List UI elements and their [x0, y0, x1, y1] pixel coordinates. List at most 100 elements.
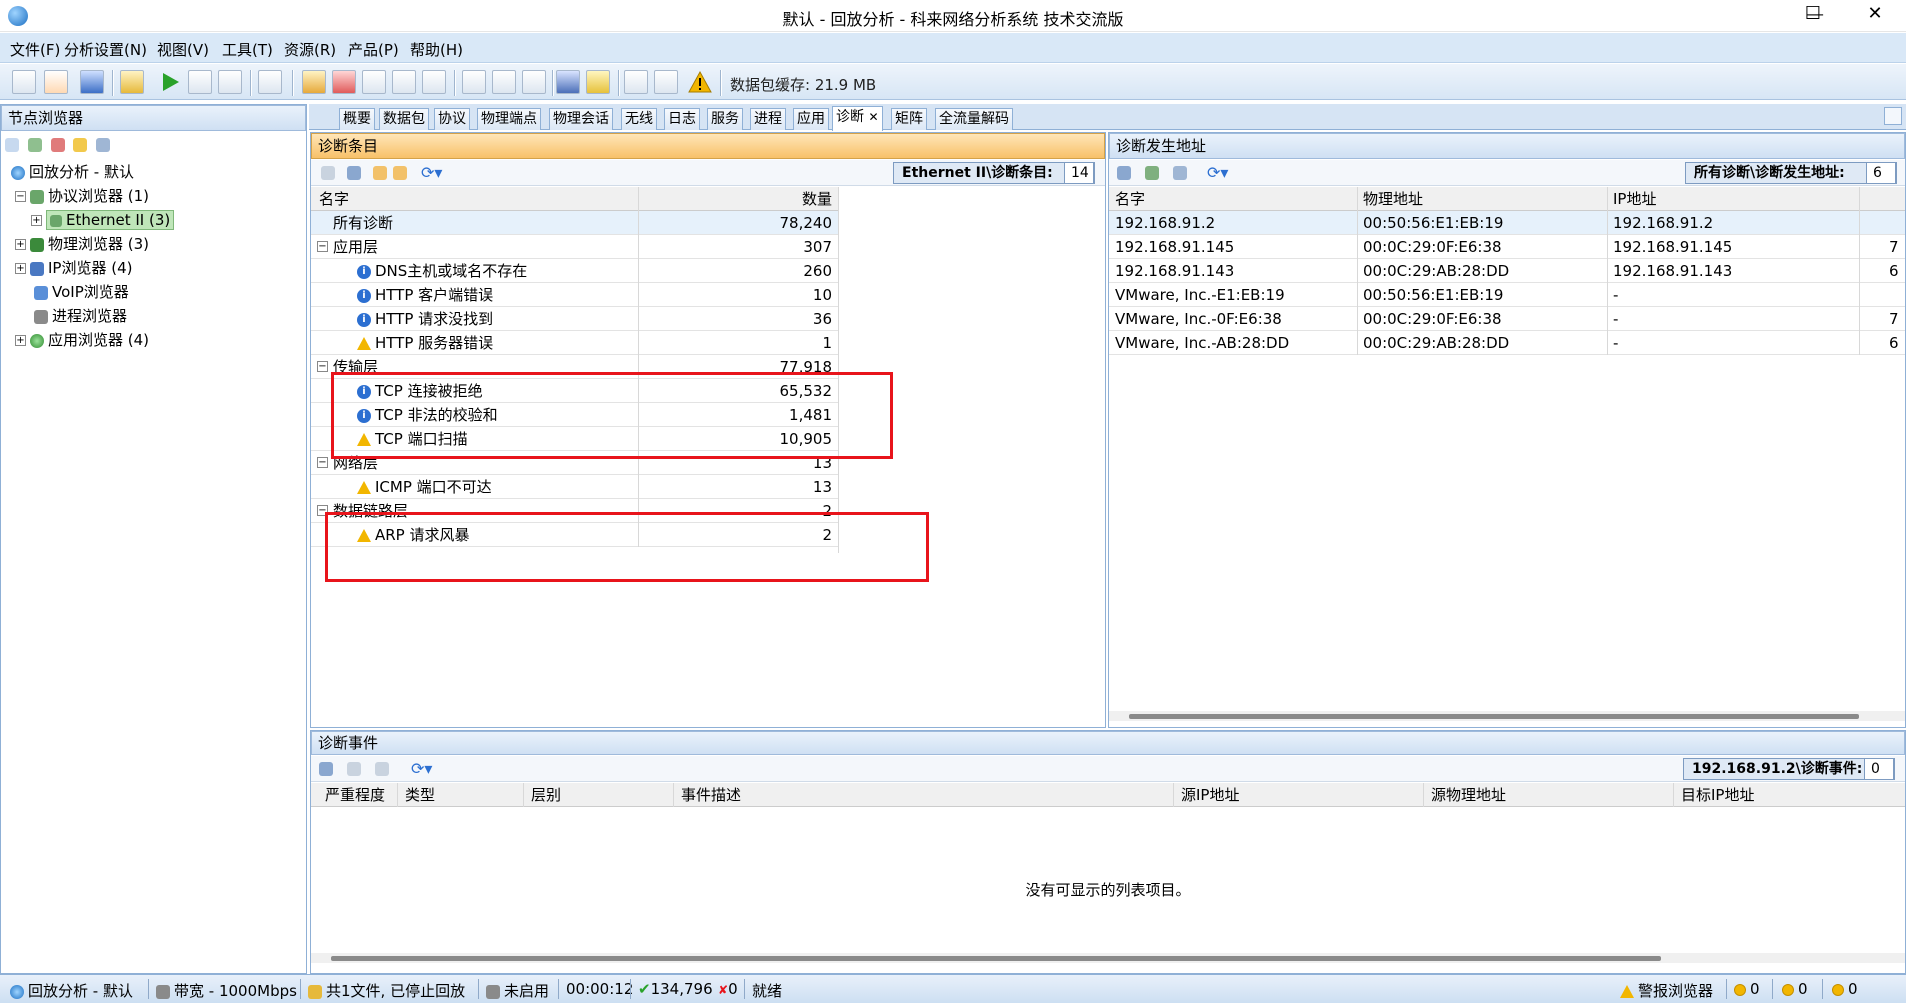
address-row[interactable]: VMware, Inc.-E1:EB:19 00:50:56:E1:EB:19 - [1109, 283, 1905, 307]
address-row[interactable]: 192.168.91.143 00:0C:29:AB:28:DD 192.168.9… [1109, 259, 1905, 283]
address-row[interactable]: 192.168.91.145 00:0C:29:0F:E6:38 192.168.9… [1109, 235, 1905, 259]
tool-icon-1[interactable] [302, 70, 326, 94]
tree-item-app[interactable]: + 应用浏览器 (4) [15, 329, 149, 351]
diag-item-row[interactable]: i HTTP 客户端错误 10 [311, 283, 838, 307]
filter-icon[interactable] [27, 137, 42, 152]
tab-process[interactable]: 进程 [750, 108, 786, 130]
tool-icon-3[interactable] [362, 70, 386, 94]
close-tab-icon[interactable]: ✕ [868, 110, 878, 124]
stop-icon[interactable] [218, 70, 242, 94]
col-name-header[interactable]: 名字 [1115, 187, 1145, 211]
tab-service[interactable]: 服务 [707, 108, 743, 130]
menu-product[interactable]: 产品(P) [348, 39, 399, 60]
scrollbar-thumb[interactable] [1129, 714, 1859, 719]
tree-item-ip[interactable]: + IP浏览器 (4) [15, 257, 133, 279]
tree-item-protocol[interactable]: − 协议浏览器 (1) [15, 185, 149, 207]
tool-icon-5[interactable] [422, 70, 446, 94]
tree-item-physical[interactable]: + 物理浏览器 (3) [15, 233, 149, 255]
open-folder-icon[interactable] [120, 70, 144, 94]
save-icon[interactable] [80, 70, 104, 94]
menu-view[interactable]: 视图(V) [157, 39, 209, 60]
refresh-icon[interactable]: ⟳▾ [411, 759, 432, 778]
refresh-icon[interactable]: ⟳▾ [1207, 163, 1228, 182]
expander-icon[interactable]: + [15, 263, 26, 274]
tab-full-decode[interactable]: 全流量解码 [935, 108, 1013, 130]
save-icon[interactable] [347, 166, 361, 180]
panel-menu-icon[interactable] [1884, 107, 1902, 125]
tree-item-process[interactable]: 进程浏览器 [34, 305, 127, 327]
save-icon[interactable] [319, 762, 333, 776]
columns-icon[interactable] [375, 762, 389, 776]
expander-icon[interactable]: − [317, 457, 328, 468]
diag-item-row[interactable]: 所有诊断 78,240 [311, 211, 838, 235]
config-icon[interactable] [96, 137, 111, 152]
diag-item-row[interactable]: i DNS主机或域名不存在 260 [311, 259, 838, 283]
columns-icon[interactable] [1173, 166, 1187, 180]
expander-icon[interactable]: − [15, 191, 26, 202]
collapse-icon[interactable] [393, 166, 407, 180]
expand-icon[interactable] [373, 166, 387, 180]
col-layer-header[interactable]: 层别 [531, 783, 561, 807]
close-button[interactable]: ✕ [1846, 0, 1904, 32]
tool-icon-2[interactable] [332, 70, 356, 94]
tab-packets[interactable]: 数据包 [379, 108, 429, 130]
play-icon[interactable] [158, 70, 182, 94]
diag-item-row[interactable]: i HTTP 请求没找到 36 [311, 307, 838, 331]
node-icon[interactable] [50, 137, 65, 152]
layout-icon[interactable] [5, 137, 19, 152]
tool-icon[interactable] [321, 166, 335, 180]
col-count-header[interactable]: 数量 [802, 187, 832, 211]
expander-icon[interactable]: + [31, 215, 42, 226]
expander-icon[interactable]: + [15, 335, 26, 346]
tool-icon-7[interactable] [522, 70, 546, 94]
col-name-header[interactable]: 名字 [319, 187, 349, 211]
menu-help[interactable]: 帮助(H) [410, 39, 463, 60]
edit-icon[interactable] [624, 70, 648, 94]
diag-item-row[interactable]: ICMP 端口不可达 13 [311, 475, 838, 499]
tab-diagnosis[interactable]: 诊断 ✕ [832, 106, 883, 131]
maximize-button[interactable]: ☐ [1784, 0, 1842, 32]
menu-file[interactable]: 文件(F) [10, 39, 60, 60]
tool-icon-8[interactable] [556, 70, 580, 94]
horizontal-scrollbar[interactable] [1109, 711, 1905, 721]
address-row[interactable]: VMware, Inc.-AB:28:DD 00:0C:29:AB:28:DD - 6 [1109, 331, 1905, 355]
tab-matrix[interactable]: 矩阵 [891, 108, 927, 130]
tab-log[interactable]: 日志 [664, 108, 700, 130]
tab-protocol[interactable]: 协议 [434, 108, 470, 130]
tree-root[interactable]: 回放分析 - 默认 [11, 161, 134, 183]
tab-wireless[interactable]: 无线 [621, 108, 657, 130]
menu-resources[interactable]: 资源(R) [284, 39, 336, 60]
warning-icon[interactable] [688, 70, 712, 94]
menu-analysis[interactable]: 分析设置(N) [64, 39, 147, 60]
tab-summary[interactable]: 概要 [339, 108, 375, 130]
col-ip-header[interactable]: IP地址 [1613, 187, 1656, 211]
tab-phys-endpoint[interactable]: 物理端点 [477, 108, 541, 130]
tool-icon-4[interactable] [392, 70, 416, 94]
col-dst-ip-header[interactable]: 目标IP地址 [1681, 783, 1754, 807]
alarm-count-1[interactable]: 0 [1734, 980, 1760, 998]
expander-icon[interactable]: − [317, 361, 328, 372]
col-severity-header[interactable]: 严重程度 [325, 783, 385, 807]
diag-item-row[interactable]: − 应用层 307 [311, 235, 838, 259]
tab-phys-session[interactable]: 物理会话 [549, 108, 613, 130]
status-filter[interactable]: 未启用 [486, 980, 549, 1001]
pause-icon[interactable] [188, 70, 212, 94]
tree-item-ethernet[interactable]: + Ethernet II (3) [31, 209, 175, 231]
alarm-count-2[interactable]: 0 [1782, 980, 1808, 998]
col-mac-header[interactable]: 物理地址 [1363, 187, 1423, 211]
status-alarm-browser[interactable]: 警报浏览器 [1620, 980, 1713, 1001]
alarm-count-3[interactable]: 0 [1832, 980, 1858, 998]
tool-icon-6[interactable] [462, 70, 486, 94]
settings-icon[interactable] [258, 70, 282, 94]
col-src-ip-header[interactable]: 源IP地址 [1181, 783, 1239, 807]
new-file-icon[interactable] [12, 70, 36, 94]
alert-icon[interactable] [73, 137, 88, 152]
col-src-mac-header[interactable]: 源物理地址 [1431, 783, 1506, 807]
col-desc-header[interactable]: 事件描述 [681, 783, 741, 807]
filter-icon[interactable] [492, 70, 516, 94]
refresh-icon[interactable] [44, 70, 68, 94]
expander-icon[interactable]: − [317, 241, 328, 252]
refresh-icon[interactable]: ⟳▾ [421, 163, 442, 182]
menu-tools[interactable]: 工具(T) [222, 39, 273, 60]
address-row[interactable]: VMware, Inc.-0F:E6:38 00:0C:29:0F:E6:38 - 7 [1109, 307, 1905, 331]
